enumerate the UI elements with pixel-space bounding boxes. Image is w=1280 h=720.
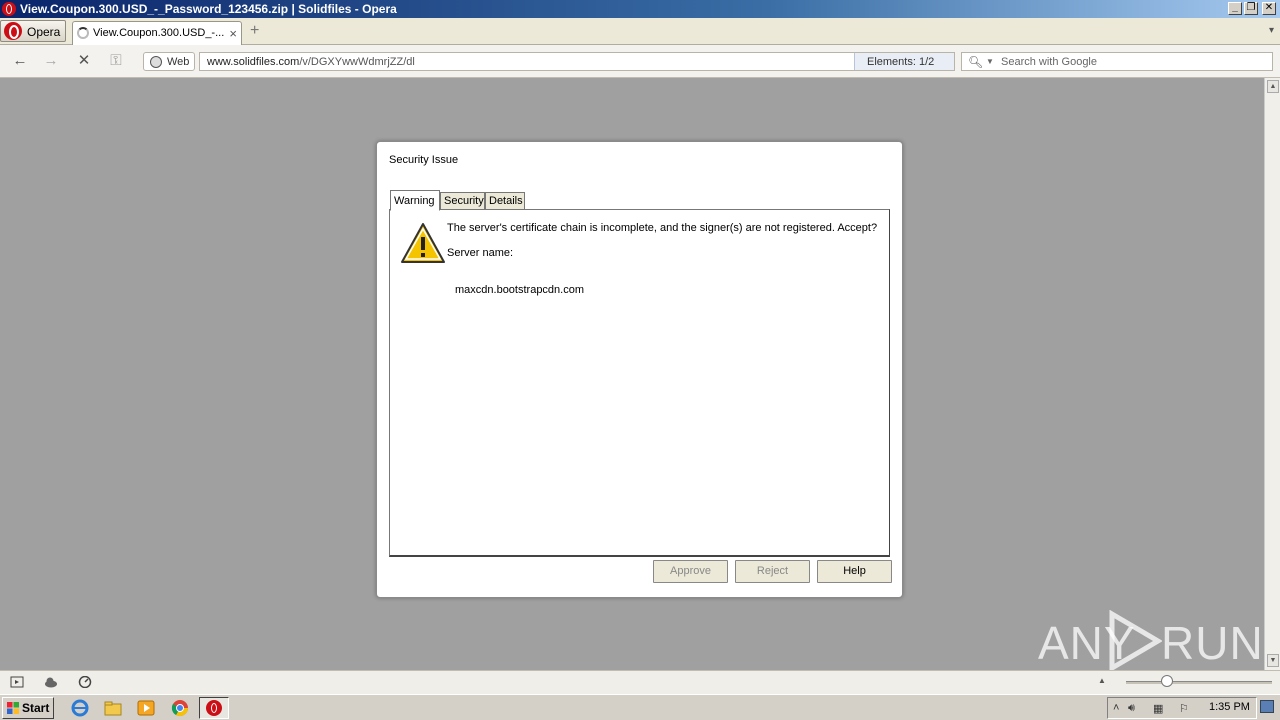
zoom-slider-track[interactable] — [1126, 681, 1272, 684]
watermark-text-right: RUN — [1161, 617, 1264, 669]
search-engine-dropdown-icon[interactable]: ▼ — [986, 57, 994, 66]
zoom-arrow-icon[interactable]: ▲ — [1098, 676, 1106, 685]
vertical-scrollbar[interactable]: ▲ ▼ — [1264, 78, 1280, 670]
opera-taskbar-icon — [206, 700, 222, 716]
start-button[interactable]: Start — [2, 697, 54, 719]
security-issue-dialog: Security Issue Warning Security Details … — [376, 141, 903, 598]
zoom-slider-handle[interactable] — [1161, 675, 1173, 687]
navigation-bar: ← → ✕ ⚿ Web www.solidfiles.com/v/DGXYwwW… — [0, 45, 1280, 78]
loading-spinner-icon — [77, 27, 89, 39]
tab-bar: Opera View.Coupon.300.USD_-... × + ▾ — [0, 18, 1280, 45]
tab-details[interactable]: Details — [485, 192, 525, 210]
search-placeholder[interactable]: Search with Google — [1001, 56, 1097, 68]
tray-expand-icon[interactable]: ˄ — [1113, 702, 1119, 714]
volume-icon[interactable]: 🔊︎ — [1128, 702, 1135, 715]
show-desktop-icon[interactable] — [1260, 700, 1274, 713]
scroll-up-icon[interactable]: ▲ — [1267, 80, 1279, 93]
forward-arrow-icon[interactable]: → — [41, 52, 61, 70]
window-title-bar: View.Coupon.300.USD_-_Password_123456.zi… — [0, 0, 1280, 18]
new-tab-plus-icon[interactable]: + — [250, 23, 259, 39]
opera-menu-button[interactable]: Opera — [0, 20, 66, 42]
window-title: View.Coupon.300.USD_-_Password_123456.zi… — [20, 2, 397, 16]
warning-message: The server's certificate chain is incomp… — [447, 222, 878, 234]
windows-flag-icon — [7, 702, 19, 714]
taskbar-opera-button[interactable] — [199, 697, 229, 719]
minimize-button[interactable]: _ — [1228, 2, 1242, 15]
scroll-down-icon[interactable]: ▼ — [1267, 654, 1279, 667]
media-player-icon[interactable] — [137, 699, 155, 717]
globe-icon — [150, 56, 162, 68]
status-bar: ▲ — [0, 670, 1280, 694]
chrome-icon[interactable] — [171, 699, 189, 717]
speed-dial-gauge-icon[interactable] — [78, 676, 92, 688]
close-window-button[interactable]: ✕ — [1262, 2, 1276, 15]
server-name-label: Server name: — [447, 247, 514, 259]
opera-o-icon — [4, 22, 22, 40]
help-button[interactable]: Help — [817, 560, 892, 583]
address-url[interactable]: www.solidfiles.com/v/DGXYwwWdmrjZZ/dl — [207, 56, 415, 68]
tab-warning[interactable]: Warning — [390, 190, 440, 211]
play-logo-icon — [1109, 610, 1162, 672]
tab-label: View.Coupon.300.USD_-... — [93, 27, 225, 39]
stop-loading-icon[interactable]: ✕ — [74, 52, 94, 70]
search-icon: 🔍︎ — [968, 55, 984, 69]
elements-counter[interactable]: Elements: 1/2 — [854, 53, 954, 70]
action-center-flag-icon[interactable]: ⚐ — [1179, 702, 1189, 715]
internet-explorer-icon[interactable] — [71, 699, 89, 717]
opera-logo-icon — [2, 2, 16, 16]
tab-list-chevron-icon[interactable]: ▾ — [1269, 25, 1274, 36]
approve-button[interactable]: Approve — [653, 560, 728, 583]
windows-taskbar: Start ˄ 🔊︎ ▦ ⚐ 1:35 PM — [0, 694, 1280, 720]
warning-triangle-icon — [401, 223, 445, 263]
opera-menu-label: Opera — [27, 25, 61, 39]
url-path: /v/DGXYwwWdmrjZZ/dl — [299, 56, 415, 68]
panel-toggle-icon[interactable] — [10, 676, 24, 688]
warning-panel: The server's certificate chain is incomp… — [389, 209, 890, 557]
site-info-label: Web — [167, 56, 190, 68]
reject-button[interactable]: Reject — [735, 560, 810, 583]
tab-close-icon[interactable]: × — [229, 26, 237, 41]
server-name-value: maxcdn.bootstrapcdn.com — [455, 284, 585, 296]
dialog-title: Security Issue — [389, 154, 459, 166]
network-icon[interactable]: ▦ — [1153, 702, 1163, 715]
clock[interactable]: 1:35 PM — [1209, 701, 1250, 713]
address-bar[interactable]: www.solidfiles.com/v/DGXYwwWdmrjZZ/dl El… — [199, 52, 955, 71]
cloud-icon[interactable] — [44, 676, 58, 688]
tab-security[interactable]: Security — [440, 192, 485, 210]
start-label: Start — [22, 701, 50, 715]
restore-button[interactable]: ❐ — [1244, 2, 1258, 15]
folder-icon[interactable] — [104, 699, 122, 717]
key-icon[interactable]: ⚿ — [106, 52, 126, 70]
back-arrow-icon[interactable]: ← — [10, 52, 30, 70]
tab-solidfiles[interactable]: View.Coupon.300.USD_-... × — [72, 21, 242, 45]
anyrun-watermark: ANY RUN — [1038, 608, 1263, 672]
search-field[interactable]: 🔍︎ ▼ Search with Google — [961, 52, 1273, 71]
url-host: www.solidfiles.com — [207, 56, 300, 68]
site-info-badge[interactable]: Web — [143, 52, 195, 71]
